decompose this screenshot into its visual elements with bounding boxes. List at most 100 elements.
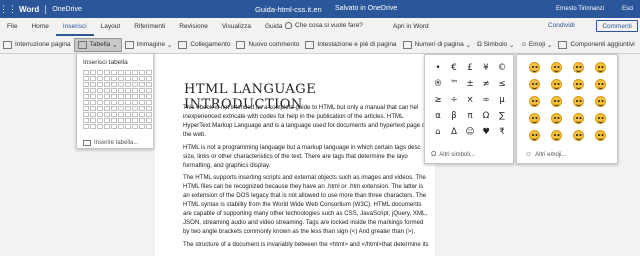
emoji-item[interactable] <box>567 93 589 110</box>
symbol-item[interactable]: ≠ <box>478 76 494 92</box>
table-grid-cell[interactable] <box>90 94 96 99</box>
table-grid-cell[interactable] <box>132 112 138 117</box>
emoji-item[interactable] <box>589 93 611 110</box>
table-grid-cell[interactable] <box>111 112 117 117</box>
emoji-item[interactable] <box>523 59 545 76</box>
table-grid-cell[interactable] <box>118 88 124 93</box>
comments-button[interactable]: Commenti <box>596 20 638 32</box>
table-grid-cell[interactable] <box>90 76 96 81</box>
table-grid-cell[interactable] <box>139 124 145 129</box>
emoji-item[interactable] <box>567 59 589 76</box>
tab-references[interactable]: Riferimenti <box>127 18 172 36</box>
symbol-item[interactable]: ≤ <box>494 76 510 92</box>
header-footer-button[interactable]: Intestazione e piè di pagina <box>302 38 399 52</box>
new-comment-button[interactable]: Nuovo commento <box>233 38 302 52</box>
table-grid-cell[interactable] <box>132 88 138 93</box>
table-grid-cell[interactable] <box>125 94 131 99</box>
tab-view[interactable]: Visualizza <box>215 18 258 36</box>
table-grid-cell[interactable] <box>125 106 131 111</box>
symbol-item[interactable]: Δ <box>446 124 462 140</box>
table-grid-cell[interactable] <box>125 70 131 75</box>
document-title[interactable]: Guida-html-css.it.en <box>255 5 322 14</box>
table-grid-cell[interactable] <box>125 76 131 81</box>
table-grid-cell[interactable] <box>125 124 131 129</box>
table-grid-cell[interactable] <box>139 118 145 123</box>
table-grid-cell[interactable] <box>111 76 117 81</box>
table-grid-cell[interactable] <box>90 106 96 111</box>
table-grid-cell[interactable] <box>139 76 145 81</box>
emoji-item[interactable] <box>567 127 589 144</box>
symbol-item[interactable]: € <box>446 60 462 76</box>
table-grid-cell[interactable] <box>132 94 138 99</box>
table-grid-cell[interactable] <box>104 70 110 75</box>
tell-me-box[interactable]: Che cosa si vuole fare? <box>285 22 363 29</box>
emoji-item[interactable] <box>567 76 589 93</box>
symbol-item[interactable]: ÷ <box>446 92 462 108</box>
symbol-item[interactable]: ₹ <box>494 124 510 140</box>
symbol-item[interactable]: • <box>430 60 446 76</box>
tab-insert[interactable]: Inserisci <box>55 18 94 36</box>
symbol-item[interactable]: ∑ <box>494 108 510 124</box>
table-grid-cell[interactable] <box>146 94 152 99</box>
table-grid-cell[interactable] <box>97 82 103 87</box>
symbol-item[interactable]: ± <box>462 76 478 92</box>
table-grid-cell[interactable] <box>97 112 103 117</box>
table-grid-cell[interactable] <box>83 70 89 75</box>
table-size-grid[interactable] <box>83 70 152 129</box>
symbol-item[interactable]: π <box>462 108 478 124</box>
emoji-item[interactable] <box>545 93 567 110</box>
user-name[interactable]: Ernesto Tirinnanzi <box>556 6 604 12</box>
document-body[interactable]: This ebook is not intended as a complete… <box>183 103 431 252</box>
table-grid-cell[interactable] <box>97 106 103 111</box>
emoji-item[interactable] <box>523 76 545 93</box>
emoji-button[interactable]: ☺ Emoji ⌄ <box>517 38 555 52</box>
open-in-word-button[interactable]: Apri in Word <box>393 23 429 30</box>
link-button[interactable]: Collegamento <box>175 38 233 52</box>
table-grid-cell[interactable] <box>132 100 138 105</box>
table-button[interactable]: Tabella ⌄ <box>73 37 122 52</box>
symbol-item[interactable]: ☺ <box>462 124 478 140</box>
app-launcher-icon[interactable]: ⋮⋮ <box>0 0 17 18</box>
table-grid-cell[interactable] <box>104 124 110 129</box>
table-grid-cell[interactable] <box>118 124 124 129</box>
table-grid-cell[interactable] <box>118 118 124 123</box>
table-grid-cell[interactable] <box>125 112 131 117</box>
table-grid-cell[interactable] <box>83 106 89 111</box>
table-grid-cell[interactable] <box>139 100 145 105</box>
symbol-item[interactable]: µ <box>494 92 510 108</box>
symbol-item[interactable]: β <box>446 108 462 124</box>
symbol-item[interactable]: α <box>430 108 446 124</box>
table-grid-cell[interactable] <box>104 94 110 99</box>
symbol-item[interactable]: © <box>494 60 510 76</box>
emoji-item[interactable] <box>589 76 611 93</box>
table-grid-cell[interactable] <box>97 94 103 99</box>
symbol-button[interactable]: Ω Simbolo ⌄ <box>474 38 517 52</box>
table-grid-cell[interactable] <box>97 76 103 81</box>
emoji-item[interactable] <box>589 110 611 127</box>
table-grid-cell[interactable] <box>139 112 145 117</box>
table-grid-cell[interactable] <box>132 106 138 111</box>
table-grid-cell[interactable] <box>132 118 138 123</box>
table-grid-cell[interactable] <box>90 70 96 75</box>
emoji-item[interactable] <box>523 110 545 127</box>
table-grid-cell[interactable] <box>83 88 89 93</box>
table-grid-cell[interactable] <box>83 118 89 123</box>
table-grid-cell[interactable] <box>118 112 124 117</box>
table-grid-cell[interactable] <box>139 70 145 75</box>
table-grid-cell[interactable] <box>104 82 110 87</box>
symbol-item[interactable]: ∞ <box>478 92 494 108</box>
table-grid-cell[interactable] <box>146 112 152 117</box>
table-grid-cell[interactable] <box>146 70 152 75</box>
table-grid-cell[interactable] <box>118 76 124 81</box>
emoji-item[interactable] <box>523 127 545 144</box>
table-grid-cell[interactable] <box>83 94 89 99</box>
table-grid-cell[interactable] <box>90 88 96 93</box>
table-grid-cell[interactable] <box>90 82 96 87</box>
table-grid-cell[interactable] <box>111 100 117 105</box>
emoji-item[interactable] <box>545 110 567 127</box>
table-grid-cell[interactable] <box>97 88 103 93</box>
table-grid-cell[interactable] <box>104 106 110 111</box>
emoji-item[interactable] <box>545 127 567 144</box>
tab-file[interactable]: File <box>0 18 24 36</box>
tab-home[interactable]: Home <box>24 18 55 36</box>
